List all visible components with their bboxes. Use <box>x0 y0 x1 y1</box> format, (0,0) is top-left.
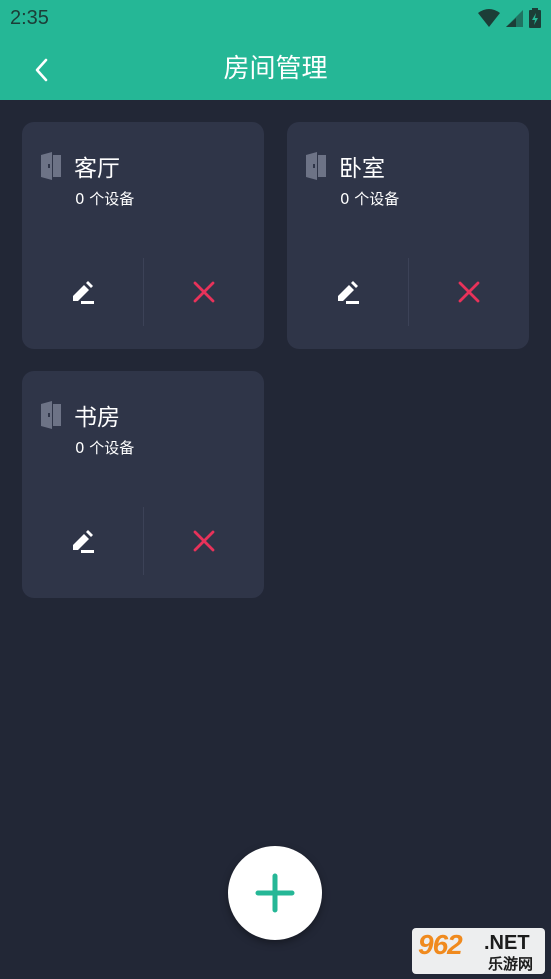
pencil-icon <box>72 530 94 553</box>
room-card[interactable]: 卧室 0 个设备 <box>287 122 529 349</box>
status-bar: 2:35 <box>0 0 551 38</box>
device-count: 0 个设备 <box>75 190 135 208</box>
device-count: 0 个设备 <box>75 439 135 457</box>
status-icons <box>477 8 541 28</box>
room-name: 客厅 <box>74 156 120 182</box>
signal-icon <box>506 10 523 27</box>
card-actions <box>287 258 529 326</box>
watermark-site-name: 乐游网 <box>488 955 534 973</box>
device-count: 0 个设备 <box>340 190 400 208</box>
close-icon <box>193 530 215 552</box>
delete-button[interactable] <box>409 258 529 326</box>
close-icon <box>458 281 480 303</box>
page-title: 房间管理 <box>223 54 328 84</box>
pencil-icon <box>72 281 94 304</box>
door-icon <box>41 152 61 180</box>
edit-button[interactable] <box>22 507 143 575</box>
edit-button[interactable] <box>287 258 408 326</box>
watermark-logo: 962 .NET 乐游网 <box>412 928 545 974</box>
edit-button[interactable] <box>22 258 143 326</box>
close-icon <box>193 281 215 303</box>
card-actions <box>22 258 264 326</box>
room-card[interactable]: 客厅 0 个设备 <box>22 122 264 349</box>
pencil-icon <box>337 281 359 304</box>
battery-icon <box>529 8 541 28</box>
watermark-number: 962 <box>418 929 463 960</box>
room-name: 卧室 <box>339 156 385 182</box>
watermark-suffix: .NET <box>484 932 530 954</box>
delete-button[interactable] <box>144 507 264 575</box>
add-room-button[interactable] <box>228 846 322 940</box>
door-icon <box>41 401 61 429</box>
door-icon <box>306 152 326 180</box>
app-header: 2:35 房间管理 <box>0 0 551 100</box>
room-name: 书房 <box>74 405 120 431</box>
delete-button[interactable] <box>144 258 264 326</box>
status-time: 2:35 <box>10 7 49 29</box>
card-actions <box>22 507 264 575</box>
wifi-icon <box>478 9 500 27</box>
plus-icon <box>255 873 295 913</box>
room-card[interactable]: 书房 0 个设备 <box>22 371 264 598</box>
